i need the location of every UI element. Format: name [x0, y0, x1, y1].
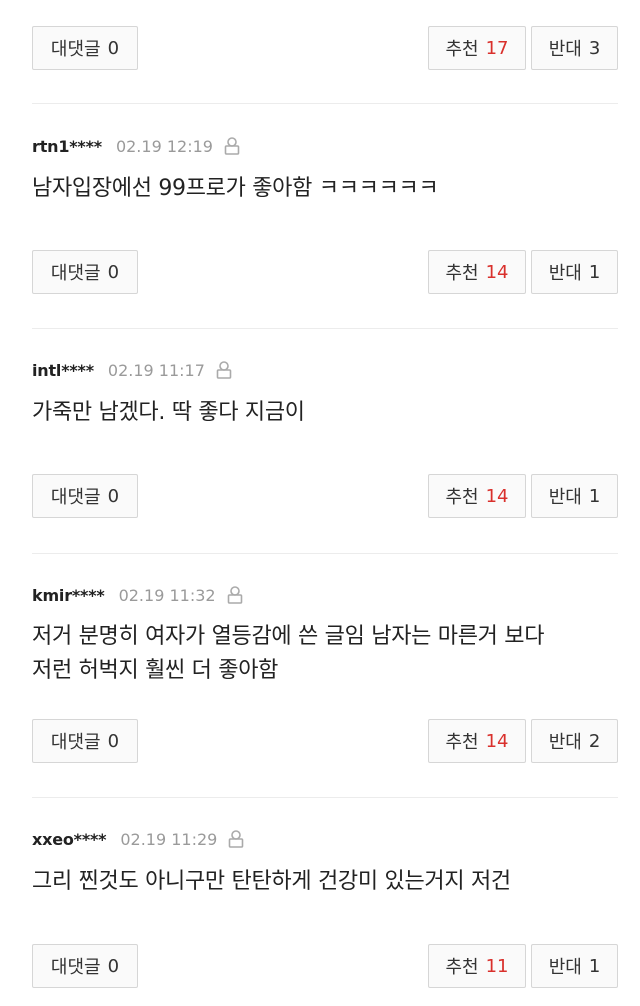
comment-date: 02.19 11:32 — [118, 585, 216, 605]
downvote-label: 반대 — [548, 732, 582, 753]
downvote-count: 3 — [588, 37, 601, 59]
comment-date: 02.19 12:19 — [115, 136, 213, 156]
divider — [32, 797, 618, 798]
reply-count-button[interactable]: 대댓글 0 — [32, 719, 138, 763]
downvote-button[interactable]: 반대 1 — [531, 944, 618, 988]
reply-count: 0 — [107, 37, 120, 59]
divider — [32, 553, 618, 554]
comment-meta: rtn1**** 02.19 12:19 — [32, 135, 241, 157]
divider — [32, 103, 618, 104]
comment-username[interactable]: intl**** — [32, 361, 94, 380]
downvote-label: 반대 — [548, 957, 582, 978]
downvote-count: 1 — [588, 955, 601, 977]
reply-label: 대댓글 — [50, 957, 101, 978]
reply-count-button[interactable]: 대댓글 0 — [32, 944, 138, 988]
reply-label: 대댓글 — [50, 263, 101, 284]
comment-text-line: 가죽만 남겠다. 딱 좋다 지금이 — [32, 400, 305, 425]
comment-meta: intl**** 02.19 11:17 — [32, 359, 233, 381]
user-lock-icon — [215, 360, 233, 380]
reply-label: 대댓글 — [50, 732, 101, 753]
upvote-count: 14 — [485, 261, 509, 283]
downvote-count: 1 — [588, 485, 601, 507]
downvote-label: 반대 — [548, 487, 582, 508]
upvote-label: 추천 — [445, 263, 479, 284]
upvote-button[interactable]: 추천 14 — [428, 474, 526, 518]
comment-username[interactable]: rtn1**** — [32, 137, 102, 156]
downvote-button[interactable]: 반대 1 — [531, 250, 618, 294]
comment-text: 저거 분명히 여자가 열등감에 쓴 글임 남자는 마른거 보다 저런 허벅지 훨… — [32, 620, 622, 688]
reply-count-button[interactable]: 대댓글 0 — [32, 250, 138, 294]
upvote-count: 17 — [485, 37, 509, 59]
upvote-count: 11 — [485, 955, 509, 977]
upvote-button[interactable]: 추천 14 — [428, 719, 526, 763]
upvote-label: 추천 — [445, 957, 479, 978]
reply-label: 대댓글 — [50, 39, 101, 60]
downvote-count: 1 — [588, 261, 601, 283]
upvote-label: 추천 — [445, 487, 479, 508]
comment-text-line: 그리 찐것도 아니구만 탄탄하게 건강미 있는거지 저건 — [32, 869, 511, 894]
comment-text: 남자입장에선 99프로가 좋아함 ㅋㅋㅋㅋㅋㅋ — [32, 172, 622, 206]
comment-text: 그리 찐것도 아니구만 탄탄하게 건강미 있는거지 저건 — [32, 865, 622, 899]
downvote-button[interactable]: 반대 3 — [531, 26, 618, 70]
comment-meta: xxeo**** 02.19 11:29 — [32, 828, 245, 850]
reply-count: 0 — [107, 485, 120, 507]
comment-username[interactable]: kmir**** — [32, 586, 105, 605]
upvote-count: 14 — [485, 485, 509, 507]
upvote-count: 14 — [485, 730, 509, 752]
downvote-button[interactable]: 반대 1 — [531, 474, 618, 518]
user-lock-icon — [223, 136, 241, 156]
upvote-button[interactable]: 추천 14 — [428, 250, 526, 294]
downvote-button[interactable]: 반대 2 — [531, 719, 618, 763]
comment-text-line: 저런 허벅지 훨씬 더 좋아함 — [32, 658, 279, 683]
reply-count: 0 — [107, 730, 120, 752]
reply-label: 대댓글 — [50, 487, 101, 508]
comment-date: 02.19 11:29 — [120, 829, 218, 849]
comment-username[interactable]: xxeo**** — [32, 830, 107, 849]
downvote-label: 반대 — [548, 39, 582, 60]
comment-date: 02.19 11:17 — [107, 360, 205, 380]
upvote-label: 추천 — [445, 39, 479, 60]
reply-count: 0 — [107, 955, 120, 977]
user-lock-icon — [227, 829, 245, 849]
reply-count-button[interactable]: 대댓글 0 — [32, 26, 138, 70]
downvote-count: 2 — [588, 730, 601, 752]
upvote-button[interactable]: 추천 17 — [428, 26, 526, 70]
upvote-label: 추천 — [445, 732, 479, 753]
downvote-label: 반대 — [548, 263, 582, 284]
reply-count-button[interactable]: 대댓글 0 — [32, 474, 138, 518]
user-lock-icon — [226, 585, 244, 605]
comment-text-line: 남자입장에선 99프로가 좋아함 ㅋㅋㅋㅋㅋㅋ — [32, 176, 439, 201]
comment-text-line: 저거 분명히 여자가 열등감에 쓴 글임 남자는 마른거 보다 — [32, 624, 545, 649]
divider — [32, 328, 618, 329]
comment-text: 가죽만 남겠다. 딱 좋다 지금이 — [32, 396, 622, 430]
comment-meta: kmir**** 02.19 11:32 — [32, 584, 244, 606]
reply-count: 0 — [107, 261, 120, 283]
upvote-button[interactable]: 추천 11 — [428, 944, 526, 988]
